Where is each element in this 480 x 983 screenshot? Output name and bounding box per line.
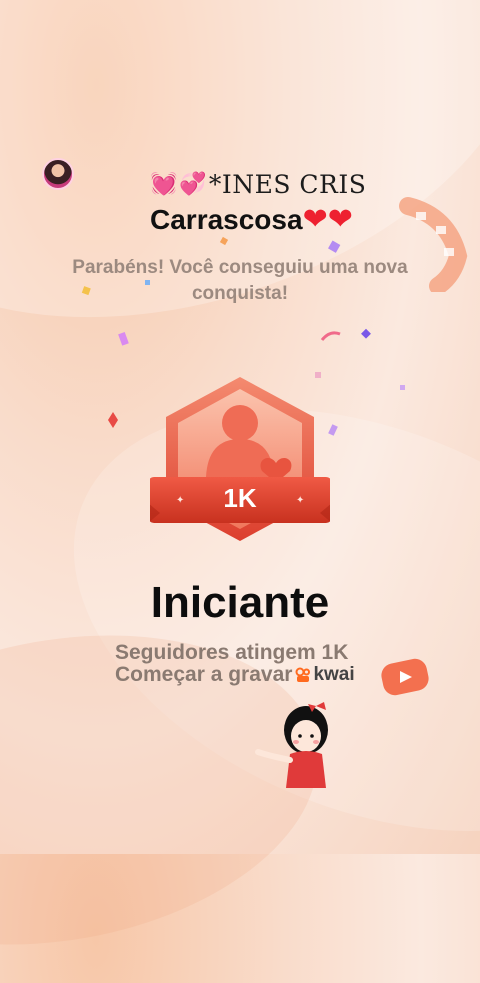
achievement-details: Seguidores atingem 1K Começar a gravar k…: [115, 642, 415, 686]
username-first: *INES CRIS: [208, 169, 367, 199]
achievement-badge: ✦ ✦ 1K: [150, 377, 330, 541]
kwai-logo-icon: [295, 667, 311, 682]
avatar[interactable]: [42, 158, 74, 190]
congratulations-message: Parabéns! Você conseguiu uma nova conqui…: [72, 257, 408, 304]
svg-text:✦: ✦: [296, 495, 304, 506]
badge-label: 1K: [223, 483, 256, 513]
username-last: Carrascosa: [150, 204, 303, 235]
achievement-description: Seguidores atingem 1K: [115, 641, 349, 664]
play-button-icon: [381, 658, 429, 696]
mascot-character: [255, 702, 328, 788]
red-heart-icon: ❤: [302, 203, 328, 236]
kwai-brand-name: kwai: [313, 664, 355, 685]
red-heart-icon: ❤: [327, 203, 353, 236]
kwai-brand: kwai: [295, 664, 355, 686]
start-recording-link[interactable]: Começar a gravar: [115, 664, 292, 686]
pink-heart-sparkle-icon: 💓: [150, 171, 178, 196]
username-line-1: 💓 💞 *INES CRIS: [150, 168, 390, 200]
username-line-2: Carrascosa ❤ ❤: [150, 201, 410, 239]
pink-heart-ribbon-icon: 💞: [179, 171, 207, 196]
achievement-title: Iniciante: [150, 578, 330, 627]
svg-text:✦: ✦: [176, 495, 184, 506]
